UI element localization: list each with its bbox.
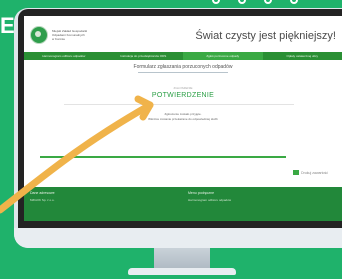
confirmation-detail: Wkrótce zostanie przekazane do odpowiedn…	[148, 117, 218, 121]
site-slogan: Świat czysty jest piękniejszy!	[195, 30, 336, 42]
confirmation-message: Zgłoszenie zostało przyjęte.	[164, 112, 202, 116]
confirmation-title: POTWIERDZENIE	[151, 92, 215, 99]
site-logo[interactable]: Miejski Zakład Gospodarki Odpadami Komun…	[30, 26, 87, 44]
form-progress-fill	[40, 156, 286, 158]
monitor-chin	[14, 228, 342, 248]
footer-contact: Dane adresowe MZGOK Sp. z o.o.	[30, 191, 55, 202]
nav-item-fees[interactable]: Opłaty ostatecznej ulicy	[263, 52, 342, 60]
logo-emblem-icon	[30, 26, 48, 44]
step-label: ZGŁOSZENIE	[173, 86, 193, 90]
nav-item-report-waste[interactable]: Zgłoś porzucone odpady	[183, 52, 263, 60]
site-footer: Dane adresowe MZGOK Sp. z o.o. Menu podr…	[24, 187, 342, 221]
nav-item-instructions[interactable]: Instrukcja do przedsiębiorstw ODS	[104, 52, 184, 60]
printer-icon	[293, 170, 300, 175]
logo-text: Miejski Zakład Gospodarki Odpadami Komun…	[52, 29, 87, 41]
print-label: Drukuj zawartość	[301, 170, 328, 175]
print-button[interactable]: Drukuj zawartość	[293, 170, 328, 175]
divider	[64, 104, 294, 105]
footer-link[interactable]: Harmonogram odbioru odpadów	[188, 198, 231, 202]
form-title: Formularz zgłaszania porzuconych odpadów	[24, 64, 342, 73]
monitor-stand	[154, 248, 210, 270]
footer-heading: Menu podręczne	[188, 191, 215, 195]
footer-text: MZGOK Sp. z o.o.	[30, 198, 55, 202]
logo-line: w Koninie	[52, 37, 66, 41]
browser-screen: Miejski Zakład Gospodarki Odpadami Komun…	[24, 16, 342, 221]
footer-menu: Menu podręczne Harmonogram odbioru odpad…	[188, 191, 231, 202]
form-progress-bar	[40, 156, 286, 158]
monitor-base	[128, 268, 236, 275]
footer-heading: Dane adresowe	[30, 191, 55, 195]
nav-item-schedule[interactable]: Harmonogram odbioru odpadów	[24, 52, 104, 60]
main-nav: Harmonogram odbioru odpadów Instrukcja d…	[24, 52, 342, 60]
